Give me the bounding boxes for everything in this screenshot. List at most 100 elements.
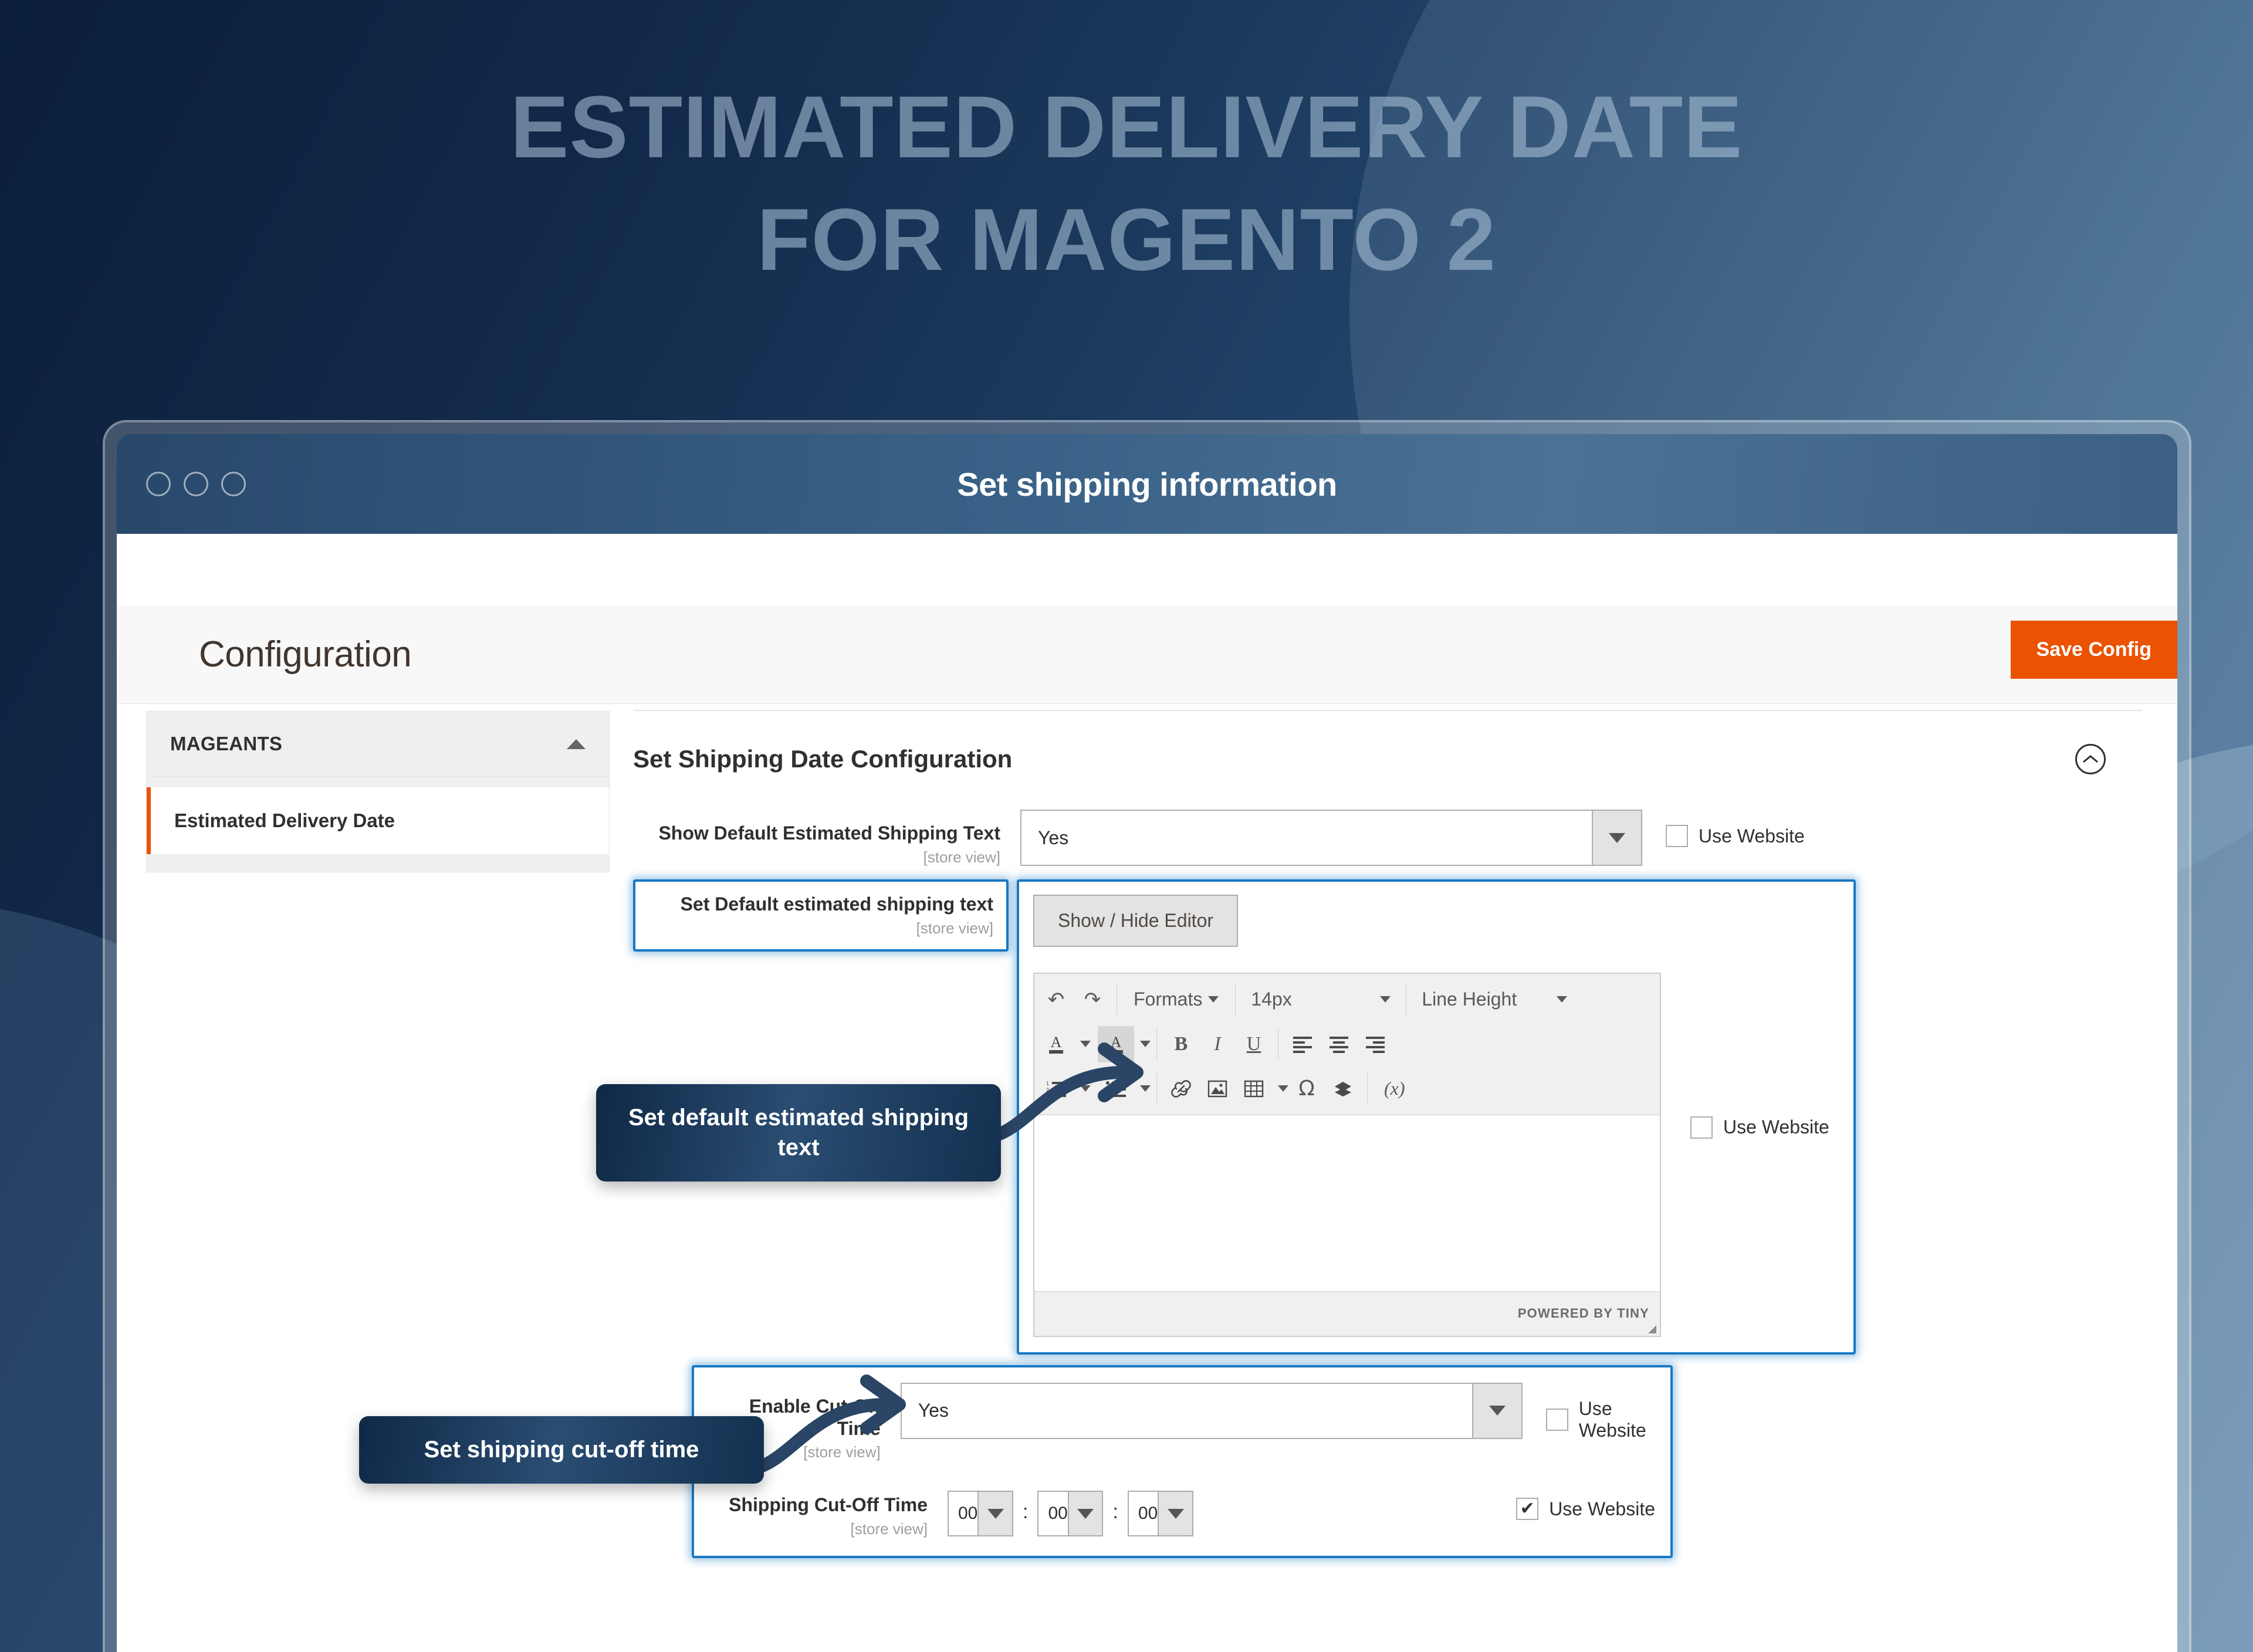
tinymce-toolbar-row-1: ↶ ↷ Formats 14px Line Height bbox=[1038, 977, 1656, 1022]
callout-text: Set default estimated shipping text bbox=[628, 1105, 969, 1161]
fontsize-dropdown[interactable]: 14px bbox=[1241, 989, 1400, 1010]
show-default-text-select[interactable]: Yes bbox=[1020, 810, 1642, 866]
show-hide-editor-button[interactable]: Show / Hide Editor bbox=[1033, 894, 1239, 947]
field-label-highlighted: Set Default estimated shipping text [sto… bbox=[633, 879, 1009, 952]
chevron-down-icon bbox=[1380, 996, 1391, 1003]
sidebar-item-estimated-delivery-date[interactable]: Estimated Delivery Date bbox=[147, 787, 609, 854]
field-scope-text: [store view] bbox=[916, 919, 994, 937]
select-value: Yes bbox=[1038, 827, 1069, 848]
chevron-down-icon[interactable] bbox=[1278, 1085, 1288, 1092]
sidebar-section-label: MAGEANTS bbox=[170, 733, 283, 754]
use-website-label: Use Website bbox=[1699, 825, 1805, 847]
cutoff-hours-select[interactable]: 00 bbox=[948, 1491, 1013, 1537]
callout-arrow-2 bbox=[736, 1375, 906, 1477]
image-icon[interactable] bbox=[1199, 1071, 1236, 1107]
cutoff-minutes-select[interactable]: 00 bbox=[1037, 1491, 1104, 1537]
cutoff-seconds-select[interactable]: 00 bbox=[1127, 1491, 1193, 1537]
align-left-icon[interactable] bbox=[1284, 1026, 1321, 1062]
chevron-down-icon bbox=[1471, 1383, 1521, 1438]
window-minimize-icon[interactable] bbox=[184, 472, 208, 496]
callout-set-shipping-cutoff-time: Set shipping cut-off time bbox=[359, 1416, 764, 1484]
time-picker: 00 : 00 : 00 bbox=[948, 1481, 1193, 1537]
chevron-down-icon bbox=[1067, 1492, 1102, 1536]
page-title: Configuration bbox=[199, 634, 412, 675]
select-value: 00 bbox=[1138, 1504, 1158, 1524]
use-website-label: Use Website bbox=[1549, 1498, 1655, 1519]
select-value: Yes bbox=[918, 1400, 949, 1421]
sidebar-item-label: Estimated Delivery Date bbox=[174, 810, 395, 831]
field-scope-text: [store view] bbox=[923, 848, 1001, 866]
callout-set-default-shipping-text: Set default estimated shipping text bbox=[596, 1084, 1001, 1182]
chevron-down-icon bbox=[1158, 1492, 1192, 1536]
bold-icon[interactable]: B bbox=[1163, 1026, 1199, 1062]
chevron-up-circle-icon[interactable] bbox=[2075, 744, 2106, 774]
section-title: Set Shipping Date Configuration bbox=[633, 745, 1013, 773]
use-website-toggle[interactable]: Use Website bbox=[1690, 895, 1829, 1337]
lineheight-label: Line Height bbox=[1422, 989, 1517, 1010]
use-website-label: Use Website bbox=[1578, 1397, 1646, 1441]
chevron-down-icon bbox=[1208, 996, 1219, 1003]
admin-page-header: Configuration Save Config bbox=[117, 605, 2177, 704]
window-title: Set shipping information bbox=[957, 465, 1337, 503]
content-divider bbox=[633, 710, 2142, 711]
use-website-toggle[interactable]: Use Website bbox=[1545, 1383, 1655, 1441]
link-icon[interactable] bbox=[1163, 1071, 1199, 1107]
chevron-down-icon bbox=[1592, 811, 1641, 865]
field-label: Shipping Cut-Off Time [store view] bbox=[707, 1481, 948, 1538]
field-label: Show Default Estimated Shipping Text [st… bbox=[633, 810, 1020, 866]
use-website-toggle[interactable]: Use Website bbox=[1516, 1481, 1655, 1521]
config-sidebar: MAGEANTS Estimated Delivery Date bbox=[146, 711, 610, 872]
formats-label: Formats bbox=[1134, 989, 1203, 1010]
italic-icon[interactable]: I bbox=[1199, 1026, 1236, 1062]
formats-dropdown[interactable]: Formats bbox=[1123, 981, 1229, 1018]
align-right-icon[interactable] bbox=[1357, 1026, 1393, 1062]
browser-title-bar: Set shipping information bbox=[117, 434, 2177, 534]
toolbar-divider bbox=[1367, 1072, 1368, 1105]
field-shipping-cutoff-time: Shipping Cut-Off Time [store view] 00 : bbox=[707, 1481, 1655, 1538]
align-center-icon[interactable] bbox=[1321, 1026, 1357, 1062]
time-separator: : bbox=[1023, 1500, 1029, 1523]
callout-text: Set shipping cut-off time bbox=[424, 1437, 699, 1463]
widget-icon[interactable] bbox=[1325, 1071, 1361, 1107]
undo-icon[interactable]: ↶ bbox=[1038, 981, 1074, 1018]
tinymce-brand-label: POWERED BY TINY bbox=[1517, 1306, 1649, 1321]
select-value: 00 bbox=[958, 1504, 978, 1524]
use-website-label: Use Website bbox=[1723, 1116, 1829, 1138]
enable-cutoff-select[interactable]: Yes bbox=[900, 1382, 1523, 1439]
field-control: Yes bbox=[1020, 810, 1642, 866]
underline-icon[interactable]: U bbox=[1236, 1026, 1272, 1062]
variable-icon[interactable]: (x) bbox=[1374, 1071, 1416, 1107]
window-close-icon[interactable] bbox=[146, 472, 171, 496]
use-website-checkbox[interactable] bbox=[1545, 1408, 1568, 1431]
callout-arrow-1 bbox=[974, 1042, 1144, 1145]
save-config-button[interactable]: Save Config bbox=[2010, 621, 2177, 679]
field-control: Yes bbox=[900, 1382, 1523, 1439]
chevron-down-icon bbox=[977, 1492, 1012, 1536]
hero-title-line-1: ESTIMATED DELIVERY DATE bbox=[510, 77, 1743, 176]
use-website-checkbox[interactable] bbox=[1690, 1116, 1713, 1139]
use-website-checkbox[interactable] bbox=[1516, 1498, 1539, 1521]
tinymce-statusbar: POWERED BY TINY bbox=[1034, 1291, 1660, 1336]
hero-title-line-2: FOR MAGENTO 2 bbox=[756, 190, 1497, 289]
sidebar-section-mageants[interactable]: MAGEANTS bbox=[146, 711, 610, 777]
hero-title: ESTIMATED DELIVERY DATE FOR MAGENTO 2 bbox=[0, 70, 2253, 296]
chevron-up-icon bbox=[567, 739, 586, 749]
resize-handle-icon[interactable] bbox=[1648, 1325, 1656, 1333]
toolbar-divider bbox=[1235, 983, 1236, 1015]
window-maximize-icon[interactable] bbox=[221, 472, 246, 496]
window-controls bbox=[146, 472, 246, 496]
section-header[interactable]: Set Shipping Date Configuration bbox=[633, 744, 2142, 774]
special-character-icon[interactable]: Ω bbox=[1288, 1071, 1325, 1107]
time-separator: : bbox=[1112, 1500, 1118, 1523]
field-show-default-estimated-shipping-text: Show Default Estimated Shipping Text [st… bbox=[633, 810, 2142, 866]
use-website-toggle[interactable]: Use Website bbox=[1666, 810, 1805, 847]
use-website-checkbox[interactable] bbox=[1666, 825, 1688, 847]
field-label-text: Shipping Cut-Off Time bbox=[729, 1494, 928, 1516]
chevron-down-icon bbox=[1557, 996, 1568, 1003]
redo-icon[interactable]: ↷ bbox=[1074, 981, 1111, 1018]
table-icon[interactable] bbox=[1236, 1071, 1272, 1107]
field-label-text: Show Default Estimated Shipping Text bbox=[658, 822, 1000, 844]
fontsize-value: 14px bbox=[1251, 989, 1292, 1010]
sidebar-subitems: Estimated Delivery Date bbox=[146, 777, 610, 872]
lineheight-dropdown[interactable]: Line Height bbox=[1412, 989, 1577, 1010]
